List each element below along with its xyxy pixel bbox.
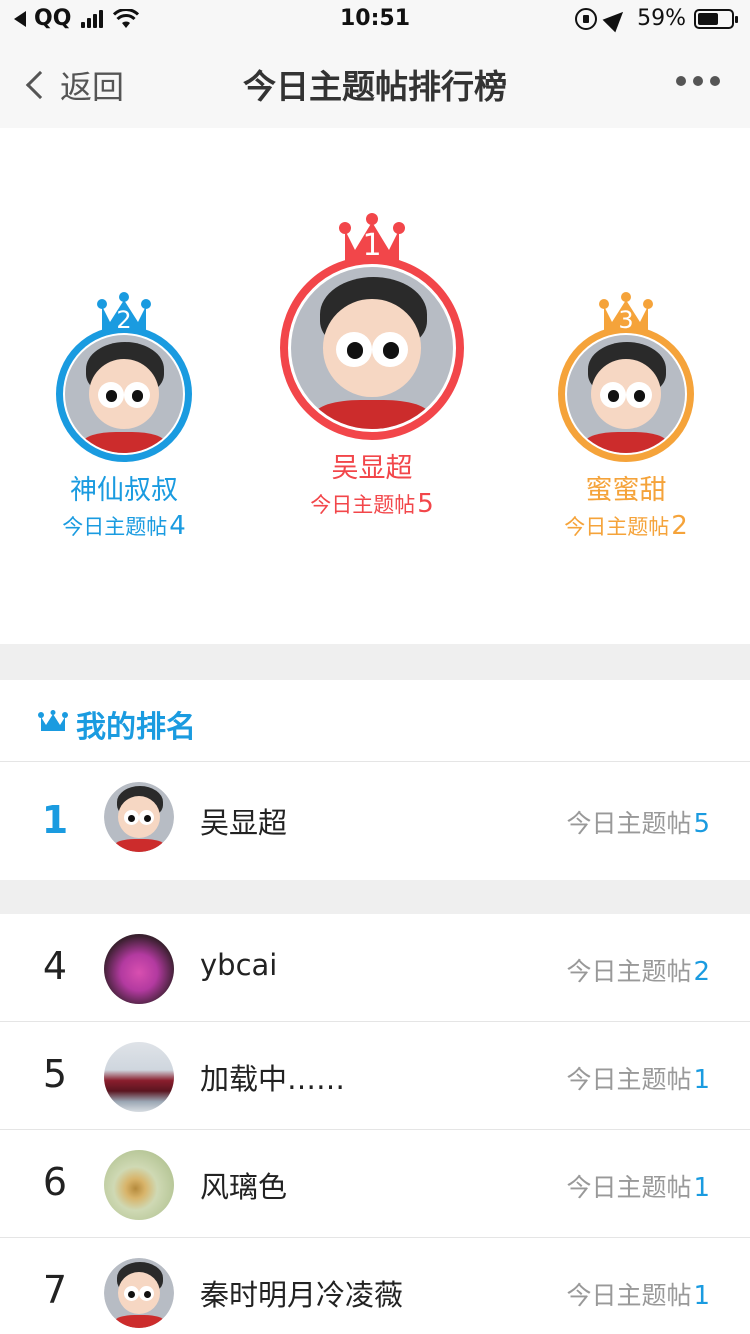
- podium-first[interactable]: 1 吴显超 今日主题帖5: [272, 212, 472, 519]
- list-item[interactable]: 7 秦时明月冷凌薇 今日主题帖1: [0, 1238, 750, 1334]
- section-divider: [0, 644, 750, 680]
- list-item[interactable]: 4 ybcai 今日主题帖2: [0, 914, 750, 1022]
- post-label: 今日主题帖: [566, 809, 692, 838]
- status-right: 59%: [575, 5, 738, 32]
- post-label: 今日主题帖: [566, 1281, 692, 1310]
- more-dot: [693, 76, 703, 86]
- post-label: 今日主题帖: [564, 515, 670, 539]
- podium-sub: 今日主题帖5: [272, 489, 472, 519]
- rank-number: 3: [618, 306, 634, 334]
- nav-bar: 返回 今日主题帖排行榜: [0, 40, 750, 128]
- podium-third[interactable]: 3 蜜蜜甜 今日主题帖2: [542, 292, 710, 541]
- list-item[interactable]: 6 风璃色 今日主题帖1: [0, 1130, 750, 1238]
- rank-number: 1: [41, 798, 69, 842]
- crown-icon: 2: [96, 292, 152, 334]
- avatar: [104, 934, 174, 1004]
- post-summary: 今日主题帖1: [566, 1168, 710, 1204]
- crown-icon: 1: [338, 212, 406, 264]
- post-label: 今日主题帖: [566, 1065, 692, 1094]
- podium: 2 神仙叔叔 今日主题帖4 1 吴显超 今日主题帖5 3 蜜蜜甜 今日主题帖2: [0, 128, 750, 644]
- post-count: 5: [417, 489, 434, 519]
- crown-icon: 3: [598, 292, 654, 334]
- post-label: 今日主题帖: [566, 1173, 692, 1202]
- post-label: 今日主题帖: [62, 515, 168, 539]
- rotation-lock-icon: [575, 7, 598, 30]
- post-count: 1: [693, 1281, 710, 1311]
- post-count: 1: [693, 1065, 710, 1095]
- more-button[interactable]: [669, 76, 720, 86]
- user-name: ybcai: [200, 948, 278, 982]
- podium-name: 吴显超: [331, 453, 413, 484]
- post-count: 1: [693, 1173, 710, 1203]
- post-count: 4: [169, 511, 186, 541]
- post-count: 2: [671, 511, 688, 541]
- post-count: 2: [693, 957, 710, 987]
- avatar: [558, 326, 694, 462]
- rank-number: 4: [42, 944, 68, 988]
- my-rank-row[interactable]: 1 吴显超 今日主题帖5: [0, 762, 750, 880]
- crown-icon: [38, 710, 68, 731]
- page-title: 今日主题帖排行榜: [243, 67, 507, 106]
- post-summary: 今日主题帖2: [566, 952, 710, 988]
- avatar: [104, 1258, 174, 1328]
- podium-name: 神仙叔叔: [70, 475, 178, 506]
- podium-name: 蜜蜜甜: [585, 475, 667, 506]
- section-divider: [0, 880, 750, 914]
- user-name: 风璃色: [200, 1170, 288, 1204]
- rank-number: 1: [362, 228, 382, 263]
- battery-percent: 59%: [637, 6, 686, 31]
- rank-number: 2: [116, 306, 132, 334]
- avatar: [104, 1042, 174, 1112]
- post-count: 5: [693, 809, 710, 839]
- battery-icon: [694, 8, 738, 29]
- rank-number: 5: [42, 1052, 68, 1096]
- post-label: 今日主题帖: [310, 493, 416, 517]
- more-dots-icon: [676, 76, 686, 86]
- post-summary: 今日主题帖1: [566, 1276, 710, 1312]
- user-name: 加载中……: [200, 1062, 346, 1096]
- avatar: [56, 326, 192, 462]
- more-dot: [710, 76, 720, 86]
- my-rank-header: 我的排名: [0, 680, 750, 762]
- rank-number: 6: [42, 1160, 68, 1204]
- location-icon: [602, 5, 630, 32]
- rank-number: 7: [42, 1268, 68, 1312]
- user-name: 吴显超: [200, 806, 288, 840]
- podium-sub: 今日主题帖2: [542, 511, 710, 541]
- post-summary: 今日主题帖1: [566, 1060, 710, 1096]
- podium-second[interactable]: 2 神仙叔叔 今日主题帖4: [40, 292, 208, 541]
- my-rank-title: 我的排名: [76, 710, 196, 745]
- post-summary: 今日主题帖5: [566, 804, 710, 840]
- user-name: 秦时明月冷凌薇: [200, 1278, 404, 1312]
- post-label: 今日主题帖: [566, 957, 692, 986]
- avatar: [280, 256, 464, 440]
- avatar: [104, 782, 174, 852]
- avatar: [104, 1150, 174, 1220]
- list-item[interactable]: 5 加载中…… 今日主题帖1: [0, 1022, 750, 1130]
- status-bar: QQ 10:51 59%: [0, 0, 750, 40]
- podium-sub: 今日主题帖4: [40, 511, 208, 541]
